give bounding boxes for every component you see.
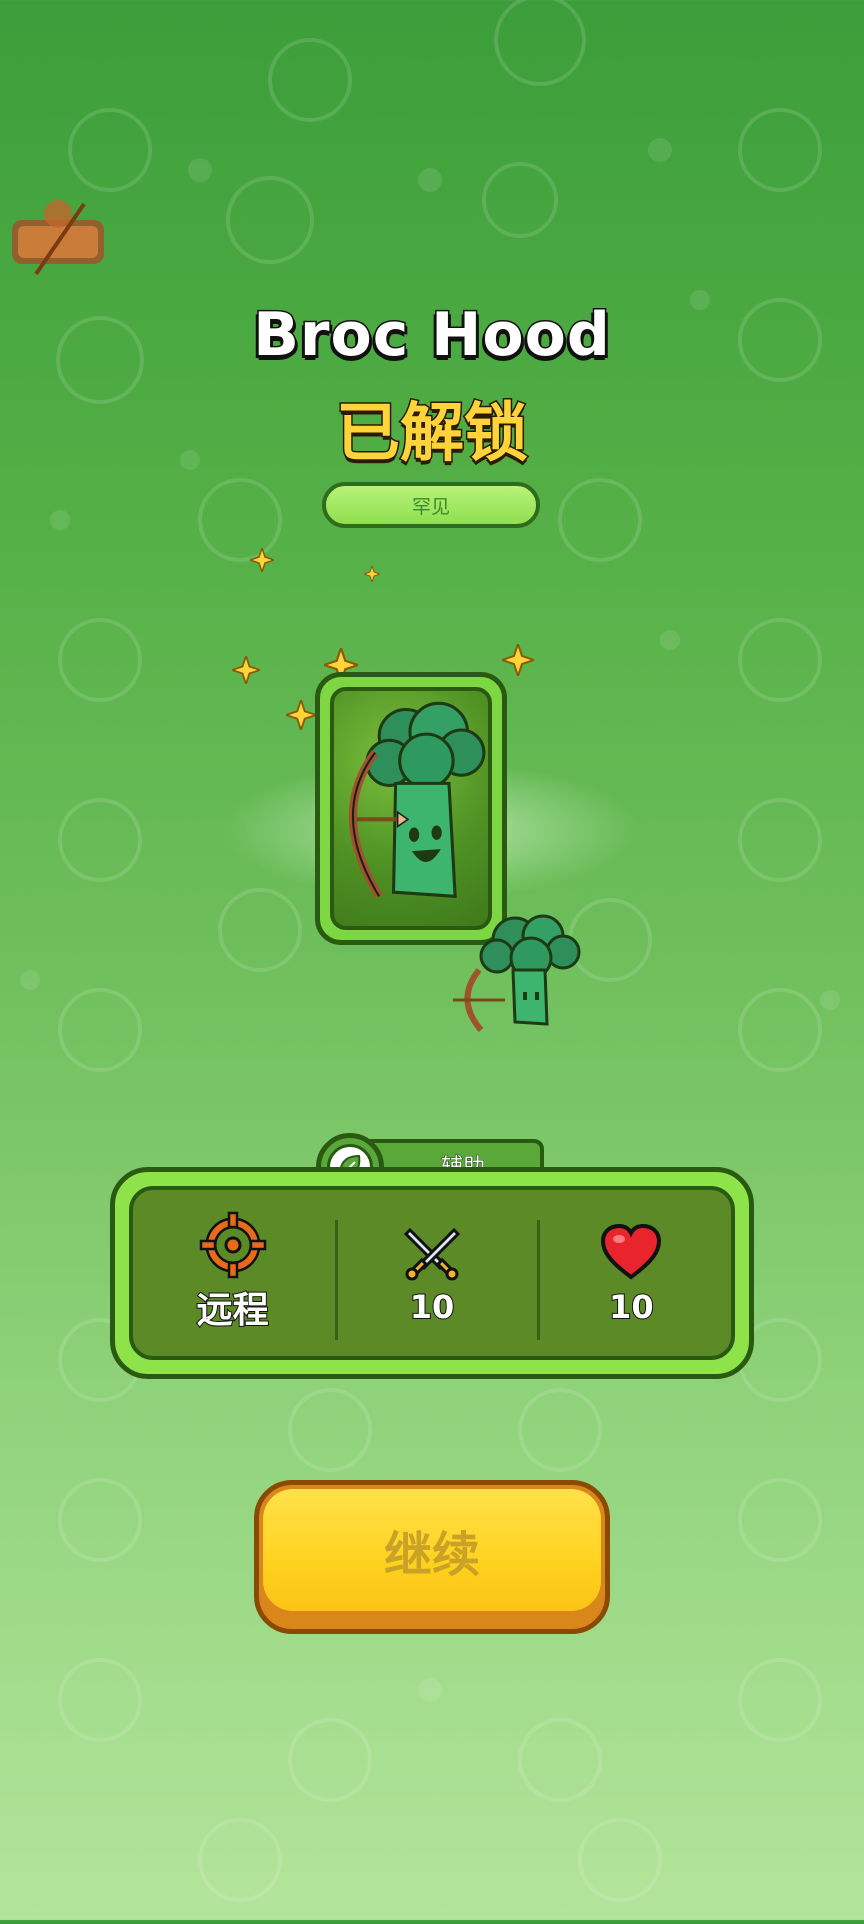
broccoli-archer-character: [348, 701, 486, 899]
broccoli-mini-icon: [453, 914, 581, 1032]
rarity-badge: 罕见: [322, 482, 540, 528]
stat-attack: 10: [332, 1190, 531, 1356]
watermark-logo: [6, 190, 110, 286]
attack-value: 10: [409, 1287, 456, 1327]
range-label: 远程: [196, 1289, 270, 1332]
heart-icon: [601, 1223, 662, 1280]
stat-range: 远程: [133, 1190, 332, 1356]
character-name: Broc Hood: [252, 299, 612, 372]
continue-label: 继续: [383, 1527, 480, 1583]
stat-health: 10: [532, 1190, 731, 1356]
stats-panel: 远程 10 10: [110, 1167, 754, 1379]
sparkle-icon: [364, 566, 380, 582]
crosshair-icon: [199, 1211, 266, 1279]
crossed-swords-icon: [403, 1227, 461, 1281]
sparkle-icon: [250, 548, 274, 572]
rarity-label: 罕见: [411, 495, 450, 518]
unlocked-label: 已解锁: [335, 396, 530, 473]
health-value: 10: [608, 1287, 655, 1327]
continue-button[interactable]: 继续: [254, 1480, 610, 1634]
character-card-area: [180, 620, 680, 1040]
